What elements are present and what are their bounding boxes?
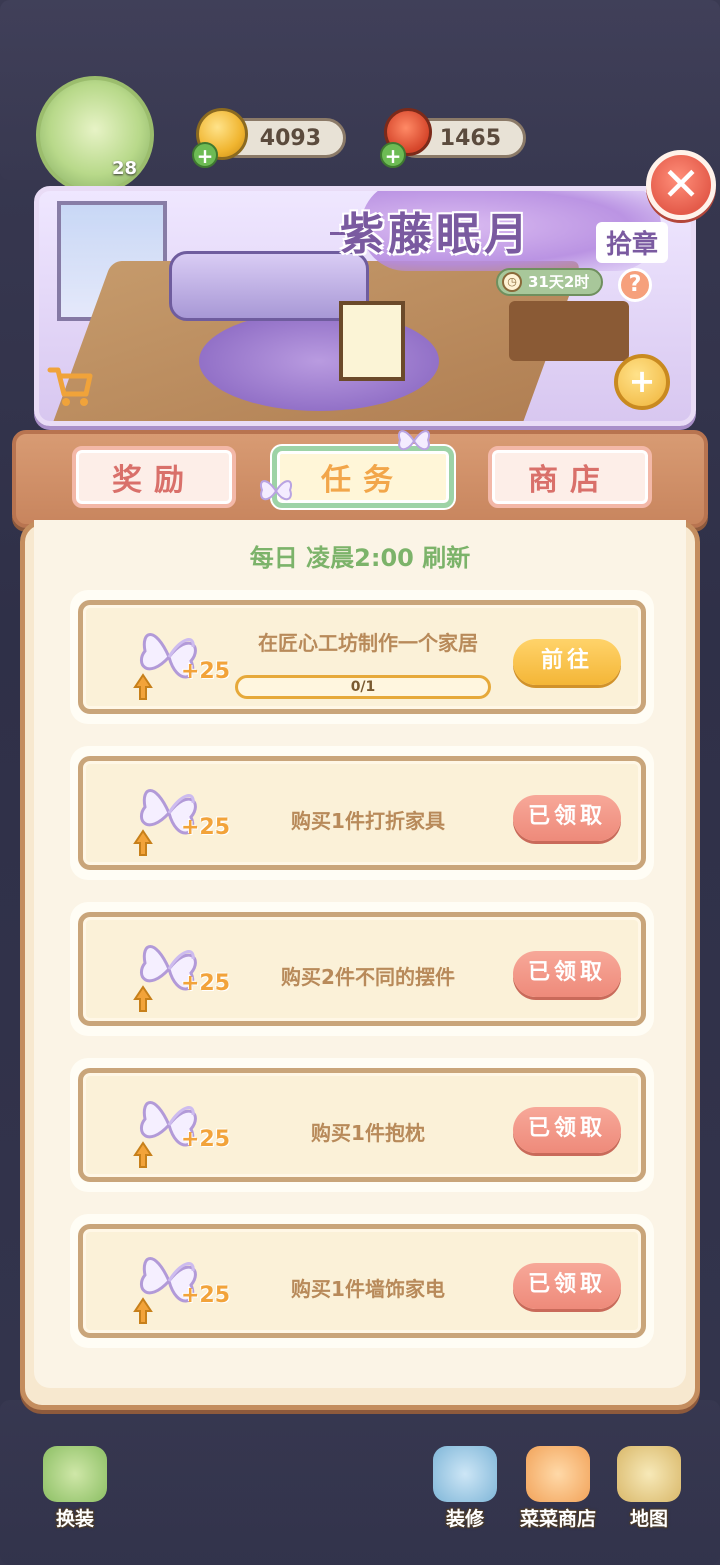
event-title: 紫藤眠月 — [340, 209, 532, 260]
refresh-notice: 每日 凌晨2:00 刷新 — [249, 544, 471, 572]
add-coins-button[interactable]: + — [192, 142, 218, 168]
help-button[interactable]: ? — [618, 268, 652, 302]
veggie-shop-label: 菜菜商店 — [519, 1508, 596, 1530]
map-button[interactable]: 地图 — [604, 1446, 694, 1536]
task-card: +25 在匠心工坊制作一个家居 0/1 前往 — [70, 590, 654, 724]
timer-text: 31天2时 — [528, 273, 590, 291]
map-icon — [617, 1446, 681, 1502]
task-card: +25 购买1件打折家具 已领取 — [70, 746, 654, 880]
go-button[interactable]: 前往 — [513, 639, 621, 685]
task-card-frame: +25 购买2件不同的摆件 已领取 — [78, 912, 646, 1026]
decorate-button[interactable]: 装修 — [420, 1446, 510, 1536]
event-timer: ◷ 31天2时 — [496, 268, 604, 296]
butterfly-icon — [260, 480, 292, 501]
task-card-frame: +25 购买1件打折家具 已领取 — [78, 756, 646, 870]
tab-rewards[interactable]: 奖励 — [72, 446, 236, 508]
room-table — [509, 301, 629, 361]
tab-rewards-label: 奖励 — [112, 463, 196, 498]
task-description: 在匠心工坊制作一个家居 — [258, 631, 478, 655]
veggie-shop-icon — [526, 1446, 590, 1502]
task-card: +25 购买2件不同的摆件 已领取 — [70, 902, 654, 1036]
claimed-button[interactable]: 已领取 — [513, 951, 621, 997]
decorate-icon — [433, 1446, 497, 1502]
clock-icon: ◷ — [502, 272, 522, 292]
claimed-button[interactable]: 已领取 — [513, 795, 621, 841]
task-card-frame: +25 在匠心工坊制作一个家居 0/1 前往 — [78, 600, 646, 714]
close-button[interactable]: ✕ — [646, 150, 716, 220]
map-label: 地图 — [629, 1508, 668, 1530]
room-easel — [339, 301, 405, 381]
tab-tasks-label: 任务 — [321, 463, 405, 498]
dress-up-icon — [43, 1446, 107, 1502]
dress-up-label: 换装 — [55, 1508, 94, 1530]
claimed-button[interactable]: 已领取 — [513, 1107, 621, 1153]
task-progress-bar: 0/1 — [235, 675, 491, 699]
tab-shop-label: 商店 — [528, 463, 612, 498]
reward-amount: +25 — [181, 659, 231, 684]
task-progress-label: 0/1 — [350, 679, 376, 695]
dress-up-button[interactable]: 换装 — [30, 1446, 120, 1536]
zoom-icon[interactable]: + — [614, 354, 670, 410]
claimed-button[interactable]: 已领取 — [513, 1263, 621, 1309]
veggie-amount: 1465 — [439, 125, 501, 151]
task-description: 购买1件抱枕 — [311, 1121, 425, 1145]
tab-shop[interactable]: 商店 — [488, 446, 652, 508]
task-description: 购买1件打折家具 — [291, 809, 445, 833]
task-description: 购买1件墙饰家电 — [291, 1277, 445, 1301]
cart-icon-svg — [47, 367, 93, 406]
event-chapter: 拾章 — [596, 222, 669, 263]
task-description: 购买2件不同的摆件 — [281, 965, 455, 989]
decorate-label: 装修 — [445, 1508, 484, 1530]
task-card-frame: +25 购买1件墙饰家电 已领取 — [78, 1224, 646, 1338]
veggie-shop-button[interactable]: 菜菜商店 — [506, 1446, 610, 1536]
cart-icon[interactable] — [44, 364, 96, 412]
player-level: 28 — [112, 158, 138, 179]
task-card: +25 购买1件墙饰家电 已领取 — [70, 1214, 654, 1348]
coin-amount: 4093 — [259, 125, 321, 151]
task-card-frame: +25 购买1件抱枕 已领取 — [78, 1068, 646, 1182]
task-card: +25 购买1件抱枕 已领取 — [70, 1058, 654, 1192]
add-veggies-button[interactable]: + — [380, 142, 406, 168]
butterfly-icon — [398, 430, 430, 451]
